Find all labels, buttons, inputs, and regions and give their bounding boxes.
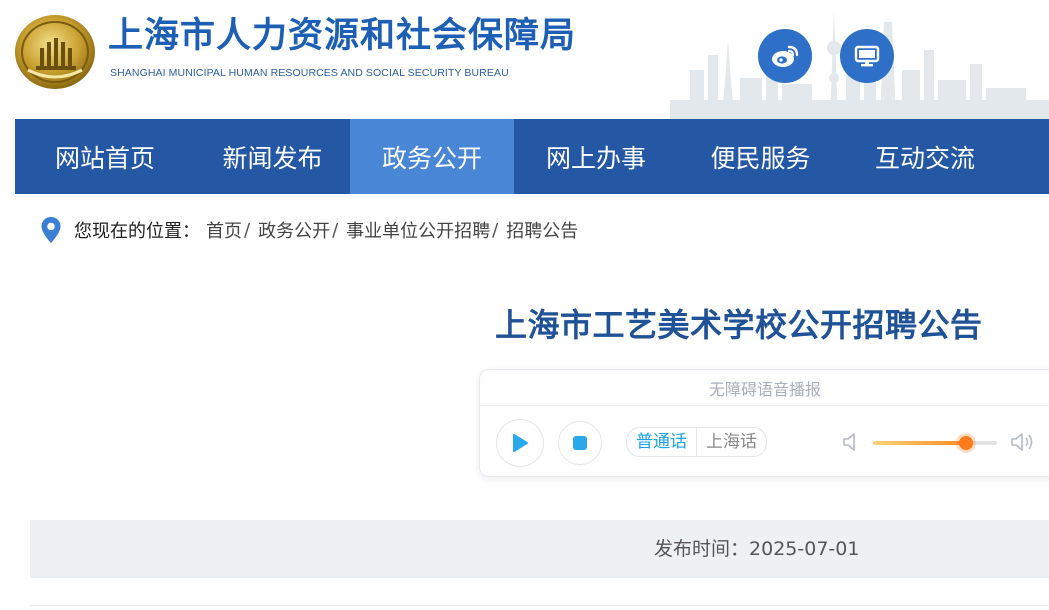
volume-slider[interactable]	[873, 436, 997, 450]
breadcrumb-separator: /	[332, 219, 339, 241]
nav-item-home[interactable]: 网站首页	[15, 119, 195, 194]
nav-item-public-services[interactable]: 便民服务	[678, 119, 843, 194]
breadcrumb-recruitment-notice[interactable]: 招聘公告	[506, 217, 578, 243]
stop-button[interactable]	[558, 421, 602, 465]
main-navigation: 网站首页 新闻发布 政务公开 网上办事 便民服务 互动交流	[15, 119, 1049, 194]
publish-date-label: 发布时间：	[654, 538, 750, 560]
breadcrumb-separator: /	[492, 219, 499, 241]
site-title: 上海市人力资源和社会保障局	[108, 16, 577, 56]
article-title: 上海市工艺美术学校公开招聘公告	[495, 306, 983, 344]
weibo-icon	[772, 45, 799, 67]
volume-slider-knob[interactable]	[959, 436, 973, 450]
player-heading: 无障碍语音播报	[480, 370, 1049, 406]
monitor-icon	[854, 45, 880, 67]
play-icon	[513, 434, 528, 452]
nav-item-government-affairs[interactable]: 政务公开	[350, 119, 514, 194]
site-header: 上海市人力资源和社会保障局 SHANGHAI MUNICIPAL HUMAN R…	[0, 0, 1049, 119]
publish-date: 发布时间：2025-07-01	[654, 520, 859, 578]
breadcrumb-public-recruitment[interactable]: 事业单位公开招聘	[346, 217, 490, 243]
volume-slider-fill	[873, 441, 966, 445]
breadcrumb-government-affairs[interactable]: 政务公开	[258, 217, 330, 243]
nav-item-interaction[interactable]: 互动交流	[843, 119, 1007, 194]
content-divider	[30, 605, 1049, 606]
nav-item-online-services[interactable]: 网上办事	[514, 119, 678, 194]
breadcrumb: 您现在的位置： 首页 / 政务公开 / 事业单位公开招聘 / 招聘公告	[40, 215, 578, 245]
play-button[interactable]	[496, 419, 544, 467]
desktop-version-button[interactable]	[840, 29, 894, 83]
volume-high-icon[interactable]	[1010, 430, 1038, 454]
accessibility-audio-player: 无障碍语音播报 普通话 上海话	[479, 369, 1049, 477]
emblem-logo	[15, 15, 95, 89]
publish-date-value: 2025-07-01	[749, 538, 860, 560]
language-option-shanghainese[interactable]: 上海话	[696, 428, 766, 456]
breadcrumb-separator: /	[244, 219, 251, 241]
weibo-button[interactable]	[758, 29, 812, 83]
stop-icon	[573, 436, 587, 450]
article-meta-bar: 发布时间：2025-07-01	[30, 520, 1049, 578]
volume-low-icon[interactable]	[842, 430, 860, 454]
location-pin-icon	[41, 217, 61, 243]
nav-item-news[interactable]: 新闻发布	[195, 119, 350, 194]
language-option-mandarin[interactable]: 普通话	[627, 428, 696, 456]
site-subtitle: SHANGHAI MUNICIPAL HUMAN RESOURCES AND S…	[110, 67, 509, 79]
language-selector: 普通话 上海话	[626, 427, 767, 457]
breadcrumb-home[interactable]: 首页	[206, 217, 242, 243]
breadcrumb-prefix: 您现在的位置：	[74, 221, 200, 242]
